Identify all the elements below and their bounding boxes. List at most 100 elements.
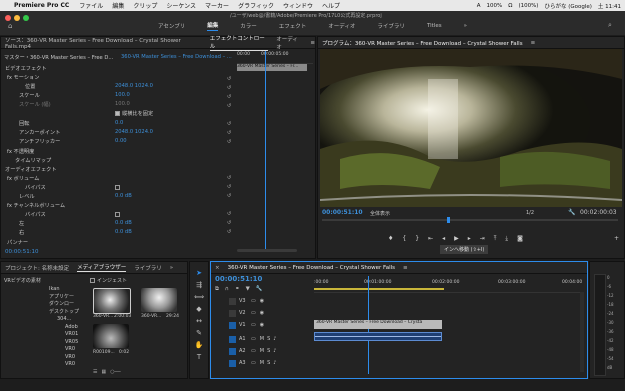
tree-item[interactable]: VR0 [5,354,79,362]
app-menu[interactable]: Premiere Pro CC [14,2,69,9]
mic-icon[interactable]: ♪ [273,336,276,342]
razor-icon[interactable]: ◆ [195,304,204,313]
list-view-icon[interactable]: ☰ [93,369,97,375]
menu-sequence[interactable]: シーケンス [166,1,196,10]
eye-icon[interactable]: ◉ [260,310,264,316]
track-target[interactable] [229,335,236,343]
menu-edit[interactable]: 編集 [112,1,124,10]
volume-row[interactable]: fx ボリューム [7,174,39,182]
status-input[interactable]: Ω [508,3,512,9]
timeline-title[interactable]: 360-VR Master Series – Free Download – C… [228,265,395,271]
track-target[interactable] [229,359,236,367]
media-thumbnail[interactable] [93,324,129,348]
time-remap-row[interactable]: タイムリマップ [15,156,51,164]
tree-item[interactable]: ダウンロー [5,301,79,309]
mute-icon[interactable]: M [260,360,264,366]
eye-icon[interactable]: ◉ [260,298,264,304]
workspace-titles[interactable]: Titles [427,23,442,29]
tab-source[interactable]: ソース：360-VR Master Series – Free Download… [5,36,202,50]
marker-icon[interactable]: ♦ [388,235,393,243]
favorites-dropdown[interactable]: VRビデオの素材 [4,277,41,284]
workspace-audio[interactable]: オーディオ [328,22,355,30]
panel-menu-icon[interactable]: ≡ [403,265,408,271]
play-icon[interactable]: ▶ [454,235,459,243]
antiflicker-value[interactable]: 0.00 [115,138,127,144]
workspace-assembly[interactable]: アセンブリ [158,22,185,30]
sync-lock-icon[interactable]: ▭ [251,310,256,316]
snap-icon[interactable]: ∩ [225,286,229,293]
status-zoom[interactable]: 100% [487,3,503,9]
mark-in-icon[interactable]: { [402,235,406,243]
workspace-color[interactable]: カラー [240,22,257,30]
scale-value[interactable]: 100.0 [115,92,130,98]
workspace-effects[interactable]: エフェクト [279,22,307,30]
media-thumbnail[interactable] [93,288,131,314]
sequence-clip-selector[interactable]: 360-VR Master Series – Free Download – .… [121,54,232,60]
right-channel-value[interactable]: 0.0 dB [115,229,132,235]
media-thumbnail[interactable] [141,288,177,312]
audio-clip[interactable] [314,332,442,341]
status-ime[interactable]: ひらがな (Google) [544,2,591,10]
tree-item[interactable]: 304... [5,316,79,324]
menu-clip[interactable]: クリップ [133,1,157,10]
type-icon[interactable]: T [195,352,204,361]
sync-lock-icon[interactable]: ▭ [251,360,256,366]
opacity-row[interactable]: fx 不透明度 [7,147,34,155]
program-video-frame[interactable] [320,49,622,207]
motion-row[interactable]: fx モーション [7,73,39,81]
work-area-bar[interactable] [314,288,444,290]
pen-icon[interactable]: ✎ [195,328,204,337]
ec-time-ruler[interactable]: 00:00 00:00:05:00 [237,51,313,64]
tab-effect-controls[interactable]: エフェクトコントロール [209,34,269,51]
camera-icon[interactable]: ◙ [517,235,523,243]
workspace-edit[interactable]: 編集 [207,21,218,31]
status-clock[interactable]: 土 11:41 [598,2,621,10]
track-target[interactable] [229,309,236,317]
tree-item[interactable]: Ikan [5,286,79,294]
mute-icon[interactable]: M [260,348,264,354]
more-workspaces-icon[interactable]: » [464,23,467,29]
video-clip[interactable]: 360-VR Master Series – Free Download – C… [314,320,442,329]
tab-media-browser[interactable]: メディアブラウザー [77,263,127,272]
eye-icon[interactable]: ◉ [260,322,264,328]
left-channel-value[interactable]: 0.0 dB [115,220,132,226]
ec-timecode[interactable]: 00:00:51:10 [5,249,39,255]
selection-tool-icon[interactable]: ➤ [195,268,204,277]
resolution-dropdown[interactable]: 1/2 [526,210,534,216]
workspace-libraries[interactable]: ライブラリ [377,22,405,30]
channel-bypass-checkbox[interactable] [115,211,120,217]
tab-libraries[interactable]: ライブラリ [134,264,162,272]
tree-item[interactable]: デスクトップ [5,309,79,317]
program-timecode[interactable]: 00:00:51:10 [322,209,363,216]
step-forward-icon[interactable]: ▸ [468,235,471,243]
wrench-icon[interactable]: 🔧 [568,209,575,216]
close-sequence-icon[interactable]: × [215,265,220,271]
sync-lock-icon[interactable]: ▭ [251,336,256,342]
menu-marker[interactable]: マーカー [205,1,229,10]
solo-icon[interactable]: S [267,360,270,366]
anchor-value[interactable]: 2048.0 1024.0 [115,129,153,135]
sync-lock-icon[interactable]: ▭ [251,348,256,354]
ripple-edit-icon[interactable]: ⟺ [194,292,204,301]
panner-row[interactable]: パンナー [7,238,28,246]
go-to-in-icon[interactable]: ⇤ [428,235,433,243]
track-target[interactable] [229,297,236,305]
ingest-checkbox[interactable] [90,278,95,283]
timeline-ruler[interactable]: :00:00 00:01:00:00 00:02:00:00 00:03:00:… [314,276,582,293]
tree-item[interactable]: VR01 [5,331,79,339]
tab-project[interactable]: プロジェクト: 名称未設定 [5,264,69,272]
volume-bypass-checkbox[interactable] [115,184,120,190]
status-adobe[interactable]: A [477,3,481,9]
menu-graphics[interactable]: グラフィック [238,1,274,10]
icon-view-icon[interactable]: ▦ [101,369,106,375]
position-value[interactable]: 2048.0 1024.0 [115,83,153,89]
menu-file[interactable]: ファイル [79,1,103,10]
panel-menu-icon[interactable]: ≡ [531,40,536,46]
program-title[interactable]: プログラム：360-VR Master Series – Free Downlo… [322,39,523,47]
uniform-scale-checkbox[interactable] [115,110,120,116]
level-value[interactable]: 0.0 dB [115,193,132,199]
settings-wrench-icon[interactable]: 🔧 [256,286,263,293]
tree-item[interactable]: VR0 [5,361,79,369]
search-icon[interactable]: ⌕ [608,21,612,30]
track-select-icon[interactable]: ⇶ [195,280,204,289]
